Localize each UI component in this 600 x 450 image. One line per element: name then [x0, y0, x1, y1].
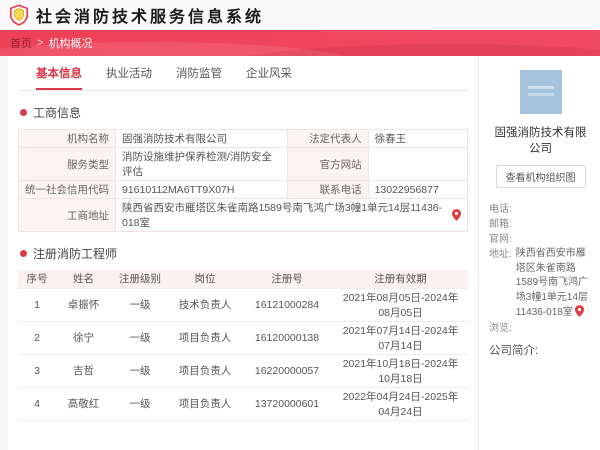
section-engineers: 注册消防工程师: [20, 245, 468, 262]
website-value: [367, 147, 469, 181]
app-header: 社会消防技术服务信息系统: [0, 0, 600, 30]
sidebar-views-field: 浏览:: [489, 321, 592, 336]
legal-rep-value: 徐春王: [367, 129, 469, 148]
breadcrumb-separator: >: [37, 37, 44, 49]
views-label: 浏览:: [489, 322, 512, 334]
service-type-value: 消防设施维护保养检测/消防安全评估: [115, 147, 288, 181]
contact-phone-value: 13022956877: [367, 180, 469, 199]
sidebar-website-field: 官网:: [489, 232, 592, 247]
field-label: 统一社会信用代码: [18, 180, 116, 199]
company-logo-image: [519, 70, 562, 114]
view-org-chart-button[interactable]: 查看机构组织图: [495, 165, 586, 188]
table-cell: 2021年07月14日-2024年07月14日: [333, 321, 468, 355]
breadcrumb: 首页 > 机构概况: [10, 35, 92, 51]
tab-fire-supervision[interactable]: 消防监管: [176, 65, 222, 90]
table-cell: 一级: [111, 354, 169, 388]
tab-basic-info[interactable]: 基本信息: [36, 65, 82, 90]
section-title: 注册消防工程师: [33, 247, 118, 261]
website-label: 官网:: [489, 234, 512, 245]
table-header-cell: 注册级别: [111, 270, 169, 288]
section-business-info: 工商信息: [20, 104, 468, 121]
sidebar-address-field: 地址: 陕西省西安市雁塔区朱雀南路1589号南飞鸿广场3幢1单元14层11436…: [489, 247, 592, 321]
location-pin-icon[interactable]: [452, 209, 461, 221]
table-row: 2 徐宁 一级 项目负责人 16120000138 2021年07月14日-2024年07…: [18, 321, 468, 355]
table-cell: 项目负责人: [169, 387, 241, 421]
content-area: 基本信息 执业活动 消防监管 企业风采 工商信息 机构名称 固强消防技术有限公司…: [0, 56, 600, 450]
breadcrumb-current: 机构概况: [48, 38, 93, 50]
table-header-row: 序号 姓名 注册级别 岗位 注册号 注册有效期: [18, 270, 468, 288]
tab-company-style[interactable]: 企业风采: [246, 65, 292, 90]
field-label: 服务类型: [18, 147, 116, 181]
business-address-value: 陕西省西安市雁塔区朱雀南路1589号南飞鸿广场3幢1单元14层11436-018…: [122, 202, 443, 229]
table-header-cell: 岗位: [169, 270, 241, 288]
table-cell: 徐宁: [56, 321, 111, 355]
tab-practice-activity[interactable]: 执业活动: [106, 65, 152, 90]
table-cell: 16120000138: [241, 321, 333, 355]
table-cell: 1: [18, 287, 56, 322]
table-cell: 16121000284: [241, 287, 333, 322]
table-row: 3 吉哲 一级 项目负责人 16220000057 2021年10月18日-2024年10…: [18, 354, 468, 388]
app-title: 社会消防技术服务信息系统: [36, 9, 265, 26]
table-cell: 卓振怀: [56, 287, 111, 322]
table-cell: 一级: [111, 287, 169, 322]
table-cell: 项目负责人: [169, 354, 241, 388]
table-row: 机构名称 固强消防技术有限公司 法定代表人 徐春王: [18, 129, 469, 148]
section-title: 工商信息: [33, 106, 82, 120]
table-cell: 高敬红: [56, 387, 111, 421]
table-cell: 吉哲: [56, 354, 111, 388]
company-intro-label: 公司简介:: [489, 344, 539, 357]
table-cell: 一级: [111, 387, 169, 421]
table-header-cell: 序号: [18, 270, 56, 288]
breadcrumb-home-link[interactable]: 首页: [10, 35, 32, 51]
field-label: 机构名称: [18, 129, 116, 148]
company-sidebar: 固强消防技术有限公司 查看机构组织图 电话: 邮箱: 官网: 地址: 陕西省西安…: [478, 56, 600, 450]
breadcrumb-bar: 首页 > 机构概况: [0, 30, 600, 56]
phone-label: 电话:: [489, 204, 512, 215]
field-label: 工商地址: [18, 198, 116, 232]
table-header-cell: 姓名: [56, 270, 111, 288]
table-cell: 16220000057: [241, 354, 333, 388]
table-cell: 2022年04月24日-2025年04月24日: [333, 387, 468, 421]
field-label: 法定代表人: [286, 129, 369, 148]
sidebar-email-field: 邮箱:: [489, 217, 592, 232]
bullet-icon: [20, 109, 27, 116]
table-cell: 一级: [111, 321, 169, 355]
table-cell: 技术负责人: [169, 287, 241, 322]
tab-bar: 基本信息 执业活动 消防监管 企业风采: [18, 56, 468, 91]
table-cell: 13720000601: [241, 387, 333, 421]
credit-code-value: 91610112MA6TT9X07H: [115, 180, 288, 199]
table-row: 4 高敬红 一级 项目负责人 13720000601 2022年04月24日-2025年0…: [18, 387, 468, 421]
table-cell: 2021年10月18日-2024年10月18日: [333, 354, 468, 388]
table-cell: 项目负责人: [169, 321, 241, 355]
table-cell: 3: [18, 354, 56, 388]
shield-logo-icon: [8, 4, 30, 26]
main-panel: 基本信息 执业活动 消防监管 企业风采 工商信息 机构名称 固强消防技术有限公司…: [8, 56, 478, 450]
business-info-table: 机构名称 固强消防技术有限公司 法定代表人 徐春王 服务类型 消防设施维护保养检…: [18, 129, 469, 232]
org-name-value: 固强消防技术有限公司: [115, 129, 288, 148]
sidebar-company-name: 固强消防技术有限公司: [494, 127, 587, 155]
table-header-cell: 注册有效期: [333, 270, 468, 288]
location-pin-icon[interactable]: [574, 305, 584, 317]
table-cell: 4: [18, 387, 56, 421]
field-label: 官方网站: [286, 147, 369, 181]
email-label: 邮箱:: [489, 219, 512, 230]
address-label: 地址:: [489, 249, 512, 260]
table-row: 服务类型 消防设施维护保养检测/消防安全评估 官方网站: [18, 147, 469, 181]
table-row: 工商地址 陕西省西安市雁塔区朱雀南路1589号南飞鸿广场3幢1单元14层1143…: [18, 198, 468, 232]
table-cell: 2: [18, 321, 56, 355]
engineers-table: 序号 姓名 注册级别 岗位 注册号 注册有效期 1 卓振怀 一级 技术负责人 1612100028…: [18, 270, 468, 421]
table-header-cell: 注册号: [241, 270, 333, 288]
field-label: 联系电话: [286, 180, 369, 199]
table-row: 统一社会信用代码 91610112MA6TT9X07H 联系电话 1302295…: [18, 180, 469, 199]
table-row: 1 卓振怀 一级 技术负责人 16121000284 2021年08月05日-2024年0…: [18, 287, 468, 322]
bullet-icon: [20, 250, 27, 257]
table-cell: 2021年08月05日-2024年08月05日: [333, 287, 468, 322]
sidebar-phone-field: 电话:: [489, 202, 592, 217]
